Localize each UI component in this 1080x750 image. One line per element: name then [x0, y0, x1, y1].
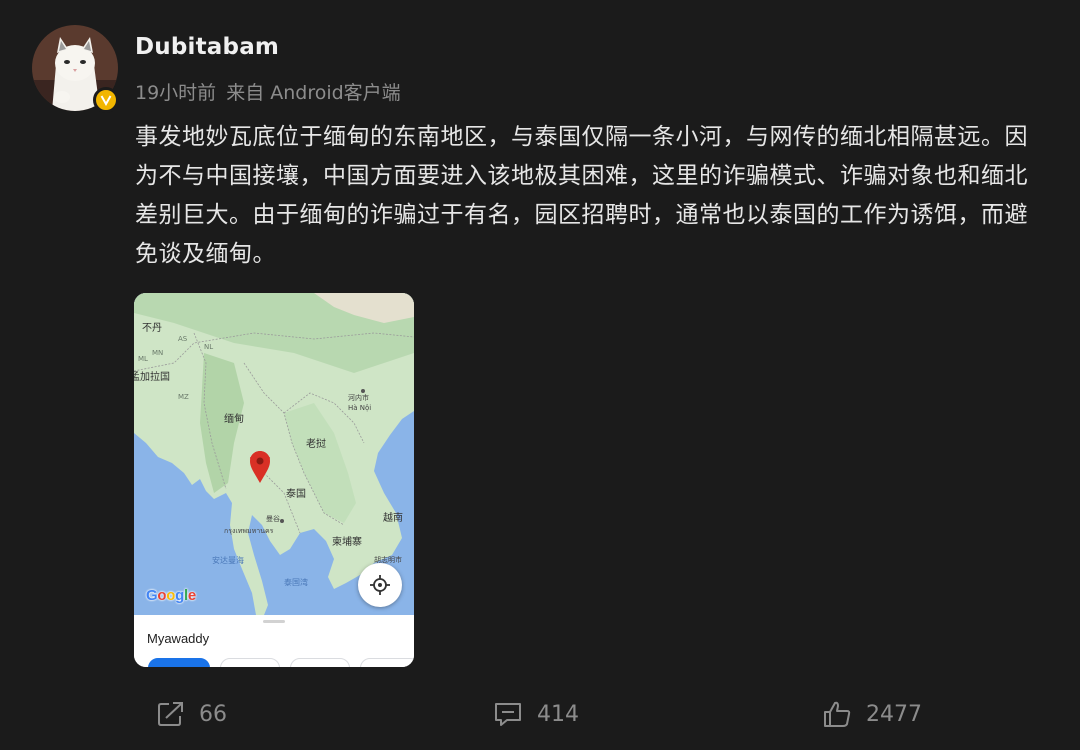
crosshair-icon: [370, 575, 390, 595]
map-label-bangladesh: 孟加拉国: [134, 372, 170, 383]
like-button[interactable]: 2477: [822, 698, 922, 730]
action-chip-2[interactable]: [220, 658, 280, 667]
sheet-drag-handle[interactable]: [263, 620, 285, 623]
map-label-nl: NL: [204, 343, 214, 351]
map-image[interactable]: 不丹 AS NL MN ML 孟加拉国 MZ 缅甸 河内市 Hà Nội 老挝 …: [134, 293, 414, 667]
share-count: 66: [199, 701, 227, 727]
share-icon: [158, 702, 183, 726]
map-label-andaman-sea: 安达曼海: [212, 556, 244, 565]
map-label-mz: MZ: [178, 393, 189, 401]
comment-button[interactable]: 414: [493, 698, 579, 730]
map-view: 不丹 AS NL MN ML 孟加拉国 MZ 缅甸 河内市 Hà Nội 老挝 …: [134, 293, 414, 615]
weibo-post: Dubitabam 19小时前 来自 Android客户端 事发地妙瓦底位于缅甸的…: [0, 0, 1080, 750]
directions-chip[interactable]: [148, 658, 210, 667]
map-label-cambodia: 柬埔寨: [332, 537, 362, 548]
post-time: 19小时前: [135, 82, 217, 104]
post-source: 来自 Android客户端: [226, 82, 401, 104]
map-label-laos: 老挝: [306, 439, 326, 450]
map-label-bangkok-cn: 曼谷: [266, 515, 280, 523]
verified-badge-icon: [93, 87, 119, 113]
thumbs-up-icon: [824, 701, 851, 727]
map-label-myanmar: 缅甸: [224, 414, 244, 425]
action-chip-3[interactable]: [290, 658, 350, 667]
comment-icon: [495, 703, 521, 726]
place-bottom-sheet[interactable]: Myawaddy: [134, 615, 414, 667]
action-chip-4[interactable]: [360, 658, 414, 667]
map-label-ml: ML: [138, 355, 148, 363]
place-name: Myawaddy: [147, 631, 210, 646]
comment-count: 414: [537, 701, 579, 727]
map-label-thailand: 泰国: [286, 489, 306, 500]
google-logo: Google: [146, 587, 196, 604]
map-label-hanoi: Hà Nội: [348, 404, 372, 412]
map-label-gulf-of-thailand: 泰国湾: [284, 578, 308, 587]
username[interactable]: Dubitabam: [135, 34, 279, 60]
map-label-bangkok-th: กรุงเทพมหานคร: [224, 527, 274, 535]
like-count: 2477: [866, 701, 922, 727]
share-button[interactable]: 66: [157, 698, 227, 730]
map-label-hanoi-cn: 河内市: [348, 394, 369, 402]
map-label-as: AS: [178, 335, 188, 343]
map-label-mn: MN: [152, 349, 164, 357]
my-location-button[interactable]: [358, 563, 402, 607]
post-meta: 19小时前 来自 Android客户端: [135, 78, 401, 105]
map-label-vietnam: 越南: [383, 513, 403, 524]
map-label-bhutan: 不丹: [142, 323, 162, 334]
post-content: 事发地妙瓦底位于缅甸的东南地区，与泰国仅隔一条小河，与网传的缅北相隔甚远。因为不…: [135, 124, 1028, 267]
